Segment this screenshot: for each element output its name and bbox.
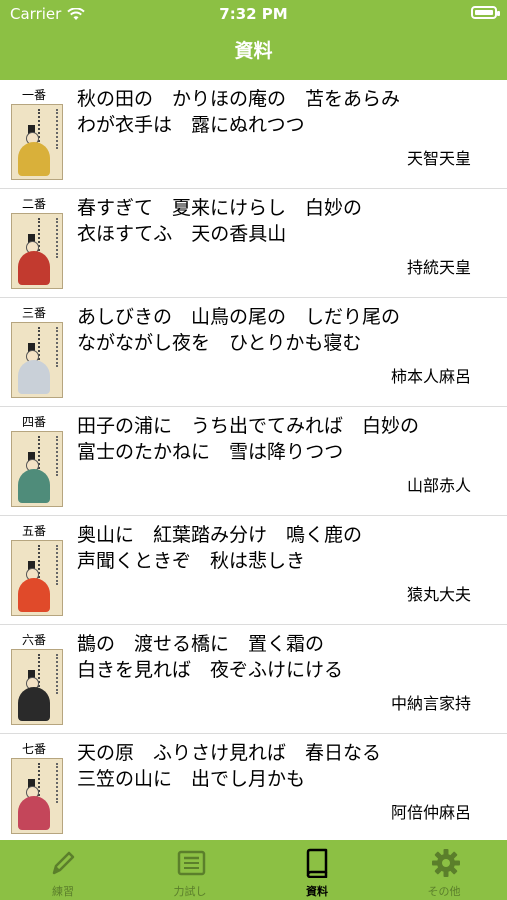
poem-number: 一番 xyxy=(22,88,47,102)
karuta-card-image xyxy=(11,104,63,180)
poem-number: 四番 xyxy=(22,415,47,429)
poem-text: 天の原 ふりさけ見れば 春日なる 三笠の山に 出でし月かも xyxy=(77,740,487,792)
list-item[interactable]: 一番 秋の田の かりほの庵の 苫をあらみ わが衣手は 露にぬれつつ 天智天皇 xyxy=(0,80,507,189)
poem-author: 山部赤人 xyxy=(406,476,471,495)
tab-bar: 練習 力試し 資料 その他 xyxy=(0,840,507,900)
poem-line-2: 三笠の山に 出でし月かも xyxy=(77,768,306,790)
karuta-card-image xyxy=(11,649,63,725)
poem-text: 鵲の 渡せる橋に 置く霜の 白きを見れば 夜ぞふけにける xyxy=(77,631,487,683)
poem-line-1: 鵲の 渡せる橋に 置く霜の xyxy=(77,633,325,655)
status-time: 7:32 PM xyxy=(219,5,288,23)
status-bar: Carrier 7:32 PM xyxy=(0,0,507,28)
poem-author: 持統天皇 xyxy=(406,258,471,277)
poem-author: 阿倍仲麻呂 xyxy=(390,803,471,822)
book-icon xyxy=(306,848,328,878)
tab-label: 練習 xyxy=(52,885,74,898)
poem-line-1: あしびきの 山鳥の尾の しだり尾の xyxy=(77,306,401,328)
page-title: 資料 xyxy=(234,40,273,62)
list-item[interactable]: 七番 天の原 ふりさけ見れば 春日なる 三笠の山に 出でし月かも 阿倍仲麻呂 xyxy=(0,734,507,840)
poem-line-2: 衣ほすてふ 天の香具山 xyxy=(77,223,287,245)
tab-reference[interactable]: 資料 xyxy=(254,840,380,900)
poem-author: 猿丸大夫 xyxy=(406,585,471,604)
karuta-card-image xyxy=(11,431,63,507)
tab-challenge[interactable]: 力試し xyxy=(127,840,253,900)
pencil-icon xyxy=(52,851,75,875)
header-bar: Carrier 7:32 PM 資料 xyxy=(0,0,507,80)
poem-line-2: 白きを見れば 夜ぞふけにける xyxy=(77,659,344,681)
poem-author: 中納言家持 xyxy=(390,694,471,713)
tab-label: 力試し xyxy=(173,885,207,898)
poem-text: 奥山に 紅葉踏み分け 鳴く鹿の 声聞くときぞ 秋は悲しき xyxy=(77,522,487,574)
list-item[interactable]: 六番 鵲の 渡せる橋に 置く霜の 白きを見れば 夜ぞふけにける 中納言家持 xyxy=(0,625,507,734)
gear-icon xyxy=(432,849,460,877)
poem-line-2: ながながし夜を ひとりかも寝む xyxy=(77,332,362,354)
poem-line-1: 天の原 ふりさけ見れば 春日なる xyxy=(77,742,382,764)
tab-label: その他 xyxy=(427,885,461,898)
poem-line-1: 奥山に 紅葉踏み分け 鳴く鹿の xyxy=(77,524,363,546)
poem-line-1: 田子の浦に うち出でてみれば 白妙の xyxy=(77,415,420,437)
newspaper-icon xyxy=(177,850,206,876)
poem-line-2: 声聞くときぞ 秋は悲しき xyxy=(77,550,306,572)
poem-author: 柿本人麻呂 xyxy=(390,367,471,386)
poem-text: 秋の田の かりほの庵の 苫をあらみ わが衣手は 露にぬれつつ xyxy=(77,86,487,138)
karuta-card-image xyxy=(11,540,63,616)
tab-label: 資料 xyxy=(306,885,328,898)
tab-practice[interactable]: 練習 xyxy=(0,840,126,900)
list-item[interactable]: 三番 あしびきの 山鳥の尾の しだり尾の ながながし夜を ひとりかも寝む 柿本人… xyxy=(0,298,507,407)
poem-number: 三番 xyxy=(22,306,47,320)
tab-other[interactable]: その他 xyxy=(381,840,507,900)
poem-line-1: 春すぎて 夏来にけらし 白妙の xyxy=(77,197,363,219)
poem-text: 田子の浦に うち出でてみれば 白妙の 富士のたかねに 雪は降りつつ xyxy=(77,413,487,465)
poem-number: 六番 xyxy=(22,633,47,647)
poem-line-2: わが衣手は 露にぬれつつ xyxy=(77,114,305,136)
poem-text: 春すぎて 夏来にけらし 白妙の 衣ほすてふ 天の香具山 xyxy=(77,195,487,247)
list-item[interactable]: 四番 田子の浦に うち出でてみれば 白妙の 富士のたかねに 雪は降りつつ 山部赤… xyxy=(0,407,507,516)
poem-line-1: 秋の田の かりほの庵の 苫をあらみ xyxy=(77,88,401,110)
poem-line-2: 富士のたかねに 雪は降りつつ xyxy=(77,441,344,463)
poem-author: 天智天皇 xyxy=(406,149,471,168)
poem-number: 二番 xyxy=(22,197,47,211)
karuta-card-image xyxy=(11,213,63,289)
poem-text: あしびきの 山鳥の尾の しだり尾の ながながし夜を ひとりかも寝む xyxy=(77,304,487,356)
karuta-card-image xyxy=(11,322,63,398)
battery-icon xyxy=(471,6,500,19)
poem-number: 五番 xyxy=(22,524,47,538)
poem-number: 七番 xyxy=(22,742,47,756)
poem-list[interactable]: 一番 秋の田の かりほの庵の 苫をあらみ わが衣手は 露にぬれつつ 天智天皇 二… xyxy=(0,80,507,840)
list-item[interactable]: 五番 奥山に 紅葉踏み分け 鳴く鹿の 声聞くときぞ 秋は悲しき 猿丸大夫 xyxy=(0,516,507,625)
list-item[interactable]: 二番 春すぎて 夏来にけらし 白妙の 衣ほすてふ 天の香具山 持統天皇 xyxy=(0,189,507,298)
karuta-card-image xyxy=(11,758,63,834)
